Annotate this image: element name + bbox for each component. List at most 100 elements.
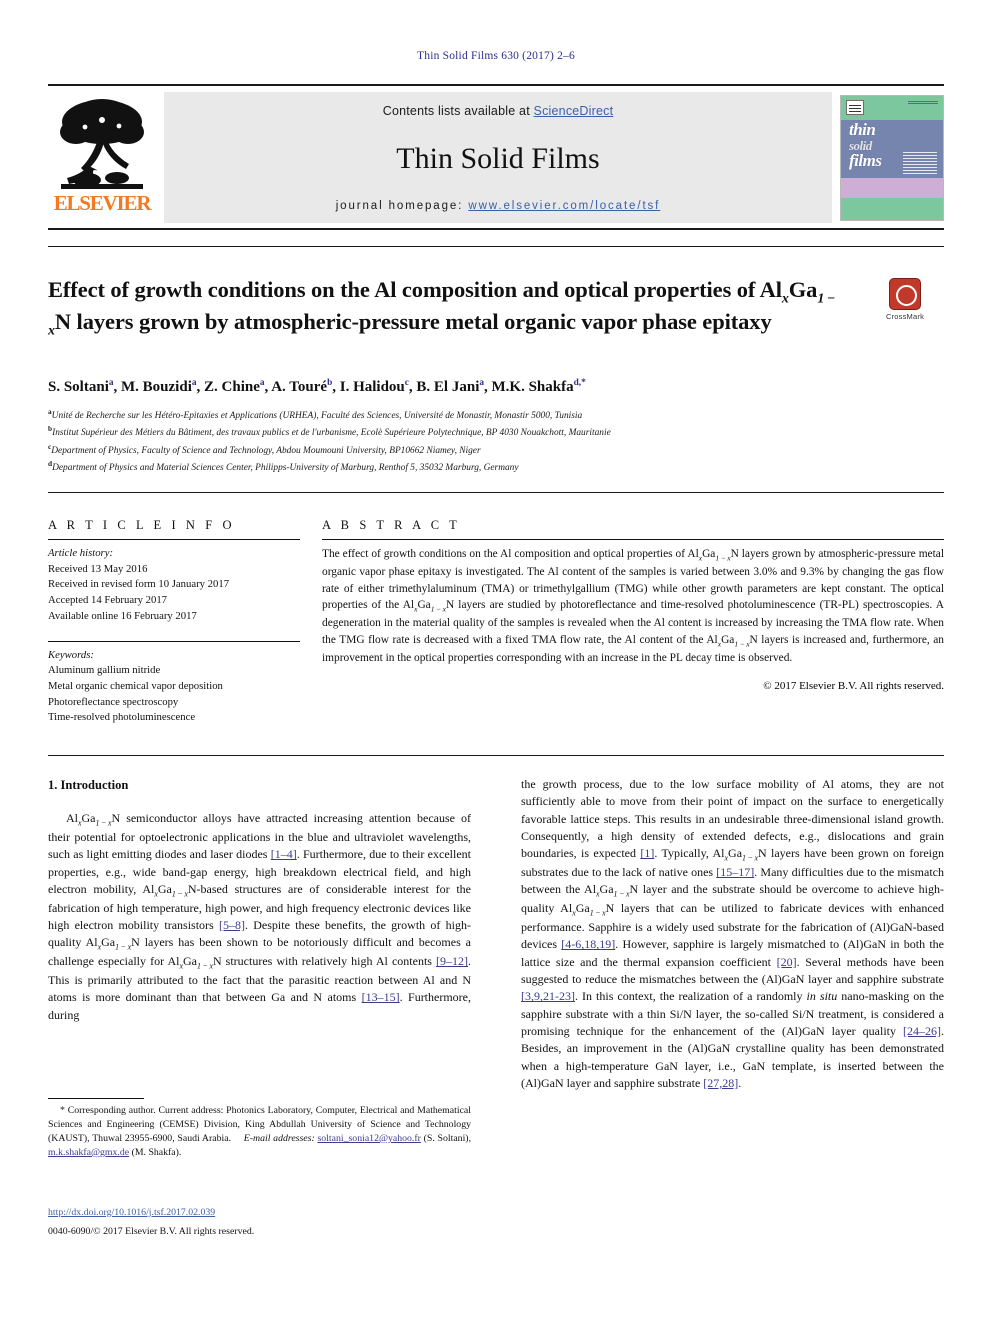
citation-link[interactable]: [3,9,21-23] — [521, 989, 575, 1003]
divider-above-abstract — [48, 492, 944, 493]
contents-prefix: Contents lists available at — [382, 104, 534, 118]
citation-link[interactable]: [24–26] — [903, 1024, 941, 1038]
footer-copyright: 0040-6090/© 2017 Elsevier B.V. All right… — [48, 1226, 255, 1237]
author-affil-mark: a — [108, 378, 114, 388]
abs-seg: Ga — [702, 548, 716, 560]
abs-sub: 1 − x — [430, 604, 446, 614]
cover-side-text — [903, 149, 937, 174]
article-info-section: A R T I C L E I N F O Article history: R… — [48, 518, 300, 726]
seg: . — [738, 1076, 742, 1091]
title-line-2b: Ga — [788, 277, 818, 302]
article-info-rule — [48, 539, 300, 540]
crossmark-label: CrossMark — [885, 312, 925, 321]
seg: Al — [66, 811, 78, 826]
affiliation-item: aUnité de Recherche sur les Hétéro-Epita… — [48, 406, 848, 423]
crossmark-badge[interactable]: CrossMark — [866, 278, 944, 321]
email-label: E-mail addresses: — [243, 1132, 315, 1144]
doi-link[interactable]: http://dx.doi.org/10.1016/j.tsf.2017.02.… — [48, 1207, 488, 1218]
author-item: S. Soltania — [48, 378, 114, 395]
keyword-item: Photoreflectance spectroscopy — [48, 695, 179, 708]
seg: Ga — [182, 954, 197, 969]
citation-link[interactable]: [1] — [640, 846, 654, 860]
citation-link[interactable]: [1–4] — [271, 847, 297, 861]
keywords-label: Keywords: — [48, 648, 94, 661]
seg: Ga — [157, 881, 172, 896]
intro-paragraph-right: the growth process, due to the low surfa… — [521, 776, 944, 1092]
journal-masthead: ELSEVIER Contents lists available at Sci… — [48, 84, 944, 230]
citation-link[interactable]: [4-6,18,19] — [561, 937, 615, 951]
keywords-rule — [48, 640, 300, 642]
author-name: M. Bouzidi — [121, 379, 192, 395]
author-item: A. Touréb — [271, 378, 332, 395]
citation-link[interactable]: [15–17] — [716, 865, 754, 879]
corresponding-author-footnote: * Corresponding author. Current address:… — [48, 1098, 471, 1160]
affiliation-item: cDepartment of Physics, Faculty of Scien… — [48, 441, 848, 458]
email1-who: (S. Soltani), — [420, 1132, 472, 1144]
seg: . In this context, the realization of a … — [575, 989, 807, 1004]
history-item: Available online 16 February 2017 — [48, 609, 197, 622]
abs-seg: Ga — [417, 598, 431, 611]
author-name: I. Halidou — [339, 379, 405, 395]
citation-link[interactable]: [13–15] — [362, 990, 400, 1004]
body-column-right: the growth process, due to the low surfa… — [521, 776, 944, 1092]
seg-sub: 1 − x — [115, 942, 132, 952]
author-item: B. El Jania — [416, 378, 485, 395]
seg: Ga — [81, 811, 96, 826]
seg-sub: 1 − x — [589, 908, 606, 918]
email-link-shakfa[interactable]: m.k.shakfa@gmx.de — [48, 1147, 129, 1158]
author-affil-mark: c — [404, 378, 409, 388]
title-block: Effect of growth conditions on the Al co… — [48, 276, 838, 341]
paper-page: Thin Solid Films 630 (2017) 2–6 ELSEVIER… — [0, 0, 992, 1323]
body-column-left: 1. Introduction AlxGa1 − xN semiconducto… — [48, 776, 471, 1024]
cover-band-bottom — [841, 197, 943, 220]
author-item: M.K. Shakfad,* — [491, 378, 586, 395]
abstract-heading: A B S T R A C T — [322, 518, 461, 532]
crossmark-icon — [889, 278, 921, 310]
elsevier-logo: ELSEVIER — [48, 92, 156, 223]
citation-link[interactable]: [9–12] — [436, 954, 468, 968]
abs-seg: The effect of growth conditions on the A… — [322, 548, 699, 560]
seg: . Typically, Al — [654, 846, 725, 861]
abs-sub: 1 − x — [734, 638, 750, 648]
author-list: S. Soltania, M. Bouzidia, Z. Chinea, A. … — [48, 378, 586, 395]
elsevier-tree-icon — [60, 99, 144, 189]
author-item: I. Halidouc — [339, 378, 409, 395]
seg-sub: 1 − x — [613, 889, 630, 899]
history-item: Accepted 14 February 2017 — [48, 594, 168, 607]
citation-link[interactable]: [5–8] — [219, 918, 245, 932]
author-name: M.K. Shakfa — [491, 379, 574, 395]
affiliation-text: Unité de Recherche sur les Hétéro-Epitax… — [51, 411, 583, 422]
affiliation-list: aUnité de Recherche sur les Hétéro-Epita… — [48, 406, 848, 476]
contents-available-line: Contents lists available at ScienceDirec… — [383, 104, 614, 118]
author-item: M. Bouzidia — [121, 378, 197, 395]
affiliation-item: bInstitut Supérieur des Métiers du Bâtim… — [48, 423, 848, 440]
seg: Ga — [728, 846, 743, 861]
affiliation-text: Institut Supérieur des Métiers du Bâtime… — [52, 428, 611, 439]
seg-sub: 1 − x — [171, 889, 188, 899]
author-name: Z. Chine — [204, 379, 260, 395]
seg: N structures with relatively high Al con… — [212, 954, 437, 969]
keyword-item: Aluminum gallium nitride — [48, 664, 161, 677]
article-info-heading: A R T I C L E I N F O — [48, 518, 236, 532]
history-item: Received in revised form 10 January 2017 — [48, 578, 230, 591]
email-link-soltani[interactable]: soltani_sonia12@yahoo.fr — [317, 1133, 420, 1144]
seg-sub: 1 − x — [95, 818, 112, 828]
author-affil-mark: a — [479, 378, 485, 388]
journal-homepage-link[interactable]: www.elsevier.com/locate/tsf — [468, 200, 660, 212]
divider-under-masthead — [48, 246, 944, 247]
divider-above-body — [48, 755, 944, 756]
article-history: Article history: Received 13 May 2016 Re… — [48, 546, 300, 625]
title-line-2c: N layers grown by atmospheric-pressure m… — [54, 309, 637, 335]
seg-italic: in situ — [806, 989, 838, 1004]
sciencedirect-link[interactable]: ScienceDirect — [534, 104, 614, 118]
citation-link[interactable]: [27,28] — [703, 1076, 738, 1090]
abstract-rule — [322, 539, 944, 540]
seg: Ga — [575, 901, 590, 916]
cover-title-text: thin solid films — [849, 121, 882, 169]
title-sub-x1: x — [781, 291, 789, 307]
intro-paragraph-left: AlxGa1 − xN semiconductor alloys have at… — [48, 810, 471, 1024]
abstract-text: The effect of growth conditions on the A… — [322, 546, 944, 666]
author-name: B. El Jani — [416, 379, 480, 395]
citation-link[interactable]: [20] — [777, 955, 797, 969]
seg: Ga — [599, 882, 614, 897]
